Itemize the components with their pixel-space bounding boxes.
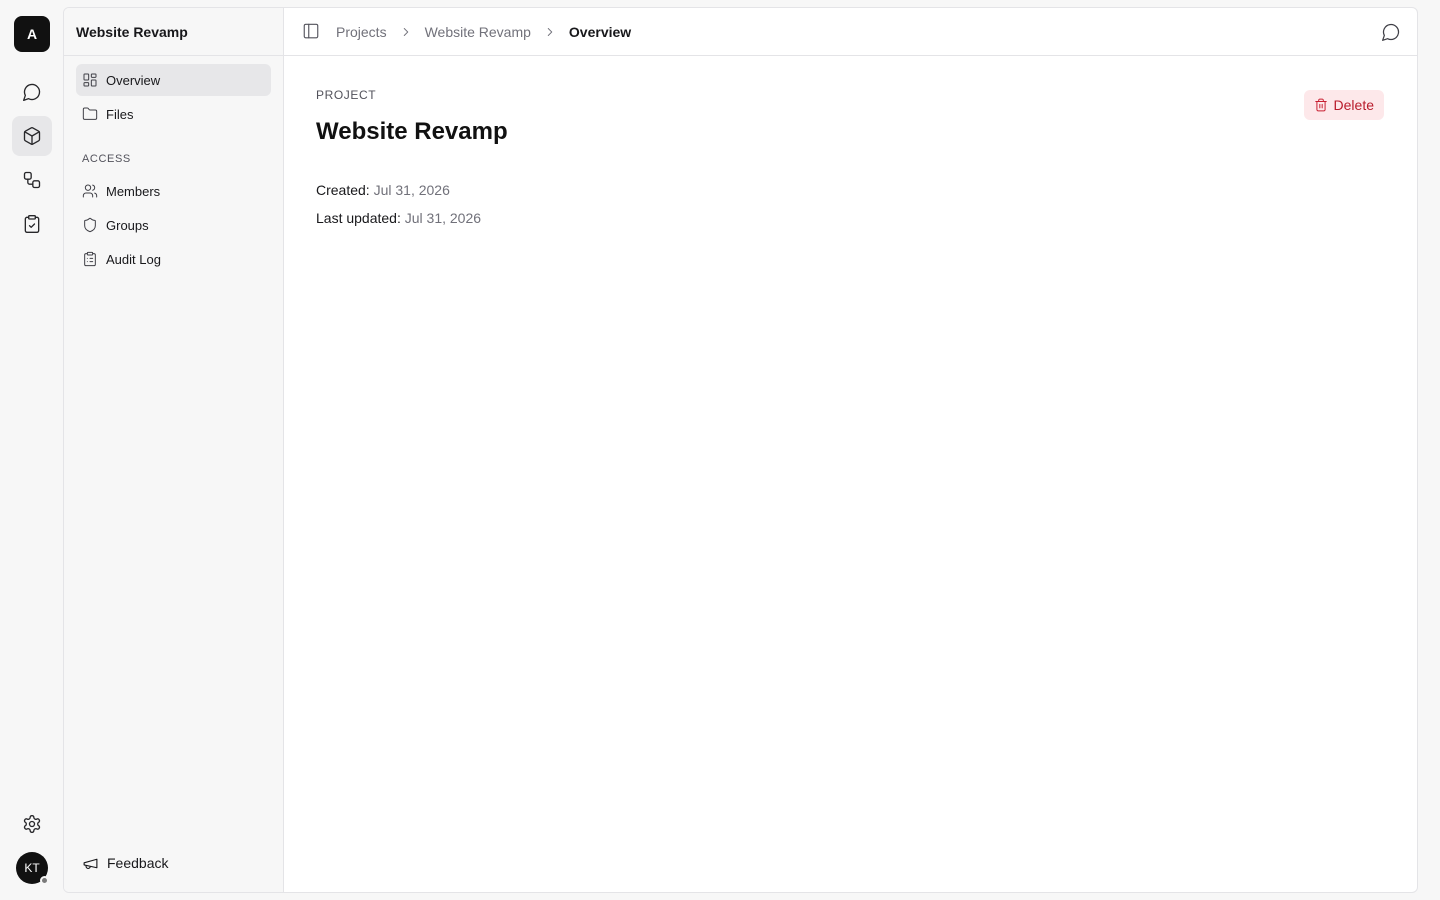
- sidebar-item-groups[interactable]: Groups: [76, 209, 271, 241]
- workflow-icon: [23, 171, 41, 189]
- box-icon: [23, 127, 41, 145]
- workflow-nav-button[interactable]: [12, 160, 52, 200]
- chevron-right-icon: [543, 25, 557, 39]
- toggle-sidebar-button[interactable]: [302, 22, 322, 42]
- panel-left-icon: [303, 23, 319, 39]
- created-row: Created: Jul 31, 2026: [316, 176, 481, 204]
- sidebar-title: Website Revamp: [64, 8, 283, 56]
- updated-row: Last updated: Jul 31, 2026: [316, 204, 481, 232]
- breadcrumb-projects[interactable]: Projects: [336, 24, 387, 40]
- tasks-nav-button[interactable]: [12, 204, 52, 244]
- created-label: Created:: [316, 182, 370, 198]
- message-circle-icon: [1382, 23, 1400, 41]
- clipboard-list-icon: [84, 251, 96, 267]
- dashboard-icon: [83, 73, 97, 87]
- sidebar-item-label: Members: [106, 183, 161, 199]
- delete-label: Delete: [1333, 97, 1374, 113]
- gear-icon: [23, 815, 41, 833]
- shield-icon: [84, 217, 96, 233]
- sidebar-item-audit-log[interactable]: Audit Log: [76, 243, 271, 275]
- created-value: Jul 31, 2026: [373, 182, 450, 198]
- workspace-logo[interactable]: A: [14, 16, 50, 52]
- delete-button[interactable]: Delete: [1303, 90, 1384, 120]
- settings-button[interactable]: [12, 804, 52, 844]
- projects-nav-button[interactable]: [12, 116, 52, 156]
- updated-value: Jul 31, 2026: [404, 210, 482, 226]
- users-icon: [82, 184, 98, 198]
- project-sidebar: Website Revamp Overview Files ACCESS Mem…: [64, 8, 284, 892]
- user-avatar[interactable]: KT: [16, 852, 49, 885]
- chat-nav-button[interactable]: [12, 72, 52, 112]
- folder-icon: [82, 107, 98, 120]
- sidebar-item-label: Groups: [106, 217, 149, 233]
- feedback-button[interactable]: Feedback: [82, 850, 168, 876]
- sidebar-item-members[interactable]: Members: [76, 175, 271, 207]
- clipboard-check-icon: [24, 215, 40, 233]
- sidebar-item-label: Overview: [106, 72, 161, 88]
- sidebar-item-label: Audit Log: [106, 251, 161, 267]
- updated-label: Last updated:: [316, 210, 401, 226]
- sidebar-item-overview[interactable]: Overview: [76, 64, 271, 96]
- project-meta: Created: Jul 31, 2026 Last updated: Jul …: [316, 176, 481, 232]
- feedback-label: Feedback: [107, 855, 169, 871]
- sidebar-item-files[interactable]: Files: [76, 98, 271, 130]
- sidebar-item-label: Files: [106, 106, 134, 122]
- breadcrumb-overview: Overview: [568, 24, 632, 40]
- top-bar: Projects Website Revamp Overview: [284, 8, 1417, 56]
- project-header: PROJECT Website Revamp: [316, 88, 508, 146]
- access-section-label: ACCESS: [82, 153, 131, 165]
- breadcrumb-website-revamp[interactable]: Website Revamp: [425, 24, 531, 40]
- chat-icon: [23, 83, 41, 102]
- main-panel: Website Revamp Overview Files ACCESS Mem…: [63, 7, 1418, 893]
- trash-icon: [1314, 98, 1327, 112]
- assistant-button[interactable]: [1381, 22, 1401, 42]
- breadcrumb: Projects Website Revamp Overview: [336, 8, 631, 56]
- chevron-right-icon: [399, 25, 413, 39]
- user-initials: KT: [24, 861, 40, 875]
- megaphone-icon: [83, 858, 98, 869]
- icon-rail: A KT: [0, 0, 64, 900]
- project-eyebrow: PROJECT: [316, 88, 377, 102]
- presence-indicator: [40, 876, 49, 885]
- page-title: Website Revamp: [316, 118, 508, 145]
